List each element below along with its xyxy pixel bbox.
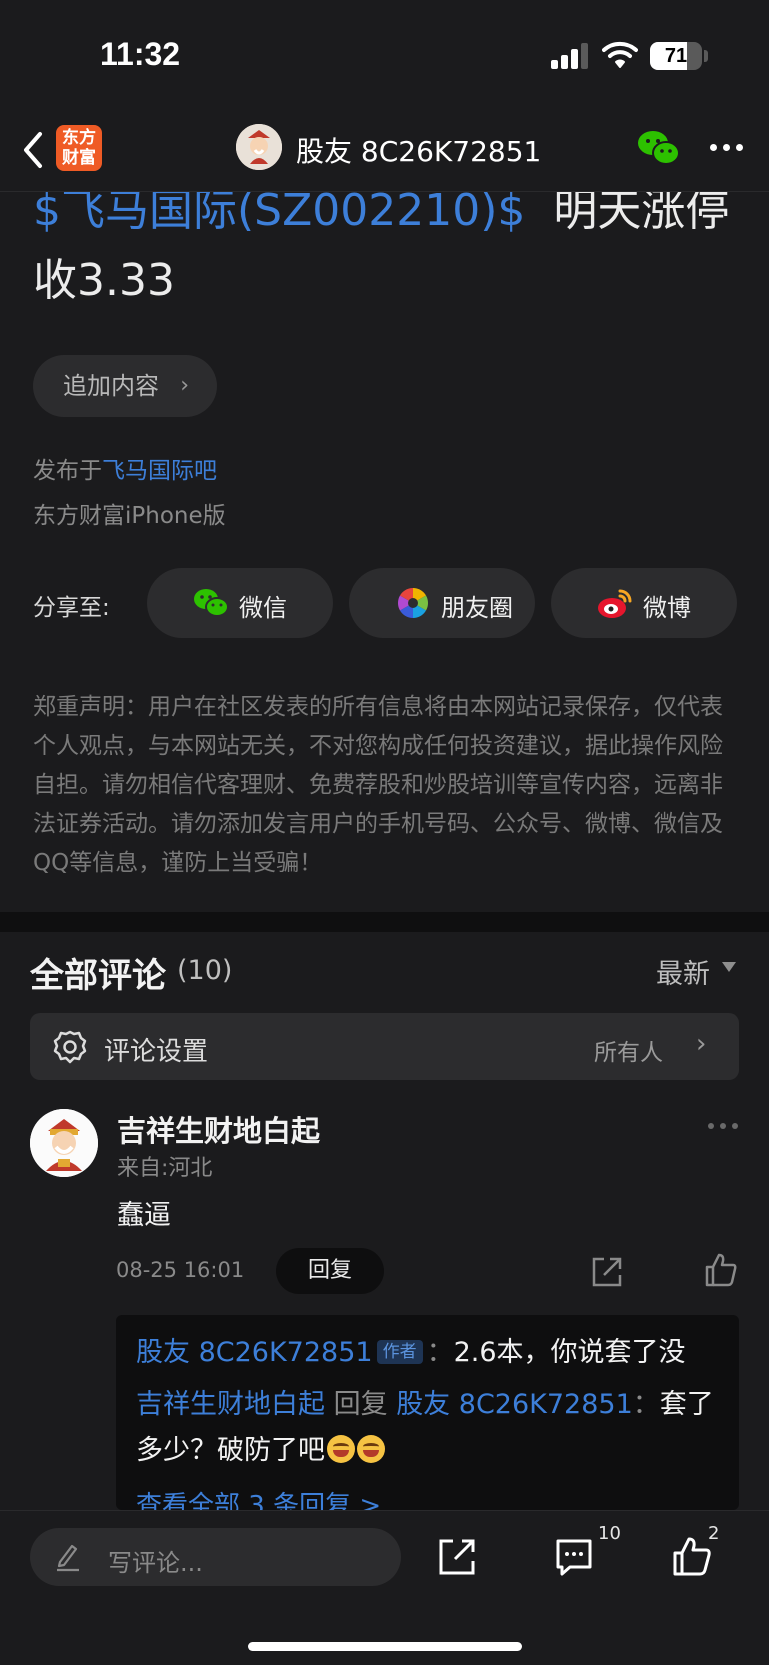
battery-tip (704, 50, 708, 62)
share-weibo-button[interactable]: 微博 (551, 568, 737, 638)
comment-icon[interactable] (554, 1537, 594, 1577)
moments-icon (397, 588, 429, 618)
share-icon[interactable] (437, 1537, 477, 1577)
view-all-replies-link[interactable]: 查看全部 3 条回复 > (136, 1485, 381, 1510)
commenter-name[interactable]: 吉祥生财地白起 (117, 1108, 320, 1150)
commenter-location: 来自:河北 (117, 1156, 213, 1181)
share-wechat-button[interactable]: 微信 (147, 568, 333, 638)
share-label: 分享至: (33, 595, 110, 621)
post-text-part1: 明天涨停 (553, 185, 730, 236)
home-indicator[interactable] (248, 1642, 522, 1651)
share-wechat-label: 微信 (239, 594, 287, 622)
sort-dropdown[interactable]: 最新 (656, 952, 710, 991)
comment-count: 10 (598, 1523, 621, 1544)
pen-icon (57, 1544, 79, 1572)
chevron-right-icon: › (180, 373, 189, 398)
reply-item[interactable]: 吉祥生财地白起 回复 股友 8C26K72851：套了多少？破防了吧 (136, 1382, 726, 1474)
status-bar: 11:32 71 (0, 0, 769, 110)
reply-item[interactable]: 股友 8C26K72851 作者 ：2.6本，你说套了没 (136, 1331, 726, 1375)
gear-icon (53, 1030, 87, 1064)
grin-emoji-icon (327, 1435, 355, 1463)
commenter-avatar[interactable] (30, 1109, 98, 1177)
comment-more-icon[interactable] (708, 1123, 738, 1131)
wifi-icon (602, 41, 638, 68)
logo-text-line2: 财富 (62, 148, 96, 168)
share-moments-label: 朋友圈 (441, 594, 513, 622)
back-arrow-icon[interactable] (18, 130, 48, 170)
eastmoney-logo[interactable]: 东方 财富 (56, 125, 102, 171)
reply-target[interactable]: 股友 8C26K72851 (396, 1389, 633, 1420)
wechat-share-icon[interactable] (637, 128, 681, 168)
nav-bar: 东方 财富 股友 8C26K72851 (0, 110, 769, 192)
like-count: 2 (708, 1523, 720, 1544)
weibo-icon (598, 589, 632, 618)
more-options-icon[interactable] (710, 144, 744, 154)
replies-box: 股友 8C26K72851 作者 ：2.6本，你说套了没 吉祥生财地白起 回复 股友… (116, 1315, 739, 1510)
comment-time: 08-25 16:01 (116, 1258, 245, 1282)
like-icon[interactable] (672, 1535, 712, 1577)
wechat-icon (194, 589, 229, 617)
logo-text-line1: 东方 (62, 128, 96, 148)
like-icon[interactable] (704, 1252, 738, 1288)
cellular-signal-icon (551, 43, 589, 69)
share-weibo-label: 微博 (643, 594, 691, 622)
post-content: $飞马国际(SZ002210)$ 明天涨停 收3.33 (33, 176, 748, 316)
author-avatar[interactable] (236, 124, 282, 170)
post-forum-line: 发布于飞马国际吧 (33, 451, 217, 485)
add-content-button[interactable]: 追加内容 › (33, 355, 217, 417)
comment-text: 蠢逼 (117, 1200, 171, 1231)
post-client: 东方财富iPhone版 (33, 503, 226, 529)
share-moments-button[interactable]: 朋友圈 (349, 568, 535, 638)
caishen-avatar-icon (30, 1109, 98, 1177)
forum-link[interactable]: 飞马国际吧 (102, 458, 217, 484)
grin-emoji-icon (357, 1435, 385, 1463)
share-icon[interactable] (590, 1255, 624, 1289)
reply-button[interactable]: 回复 (276, 1248, 384, 1294)
write-comment-placeholder: 写评论... (108, 1549, 203, 1577)
post-text-part2: 收3.33 (33, 255, 175, 306)
reply-text: 2.6本，你说套了没 (453, 1337, 686, 1368)
battery-indicator: 71 (650, 42, 702, 70)
disclaimer-text: 郑重声明：用户在社区发表的所有信息将由本网站记录保存，仅代表个人观点，与本网站无… (33, 694, 723, 876)
section-divider (0, 912, 769, 932)
comments-title: 全部评论 (30, 956, 166, 996)
status-time: 11:32 (100, 36, 181, 72)
published-prefix: 发布于 (33, 458, 102, 484)
comment-settings-label: 评论设置 (104, 1037, 209, 1067)
reply-user[interactable]: 股友 8C26K72851 (136, 1337, 373, 1368)
comment-settings-row[interactable]: 评论设置 所有人 › (30, 1013, 739, 1080)
battery-percent: 71 (664, 45, 688, 67)
comments-count: (10) (177, 955, 233, 986)
author-name[interactable]: 股友 8C26K72851 (296, 130, 541, 170)
caret-down-icon[interactable] (722, 962, 736, 972)
author-tag: 作者 (376, 1340, 423, 1364)
add-content-label: 追加内容 (63, 372, 159, 400)
write-comment-input[interactable]: 写评论... (30, 1528, 401, 1586)
stock-link[interactable]: $飞马国际(SZ002210)$ (33, 185, 525, 236)
reply-word: 回复 (333, 1389, 388, 1420)
caishen-avatar-icon (236, 124, 282, 170)
chevron-right-icon: › (696, 1029, 707, 1059)
reply-user[interactable]: 吉祥生财地白起 (136, 1389, 325, 1420)
comment-settings-value: 所有人 (594, 1040, 663, 1066)
